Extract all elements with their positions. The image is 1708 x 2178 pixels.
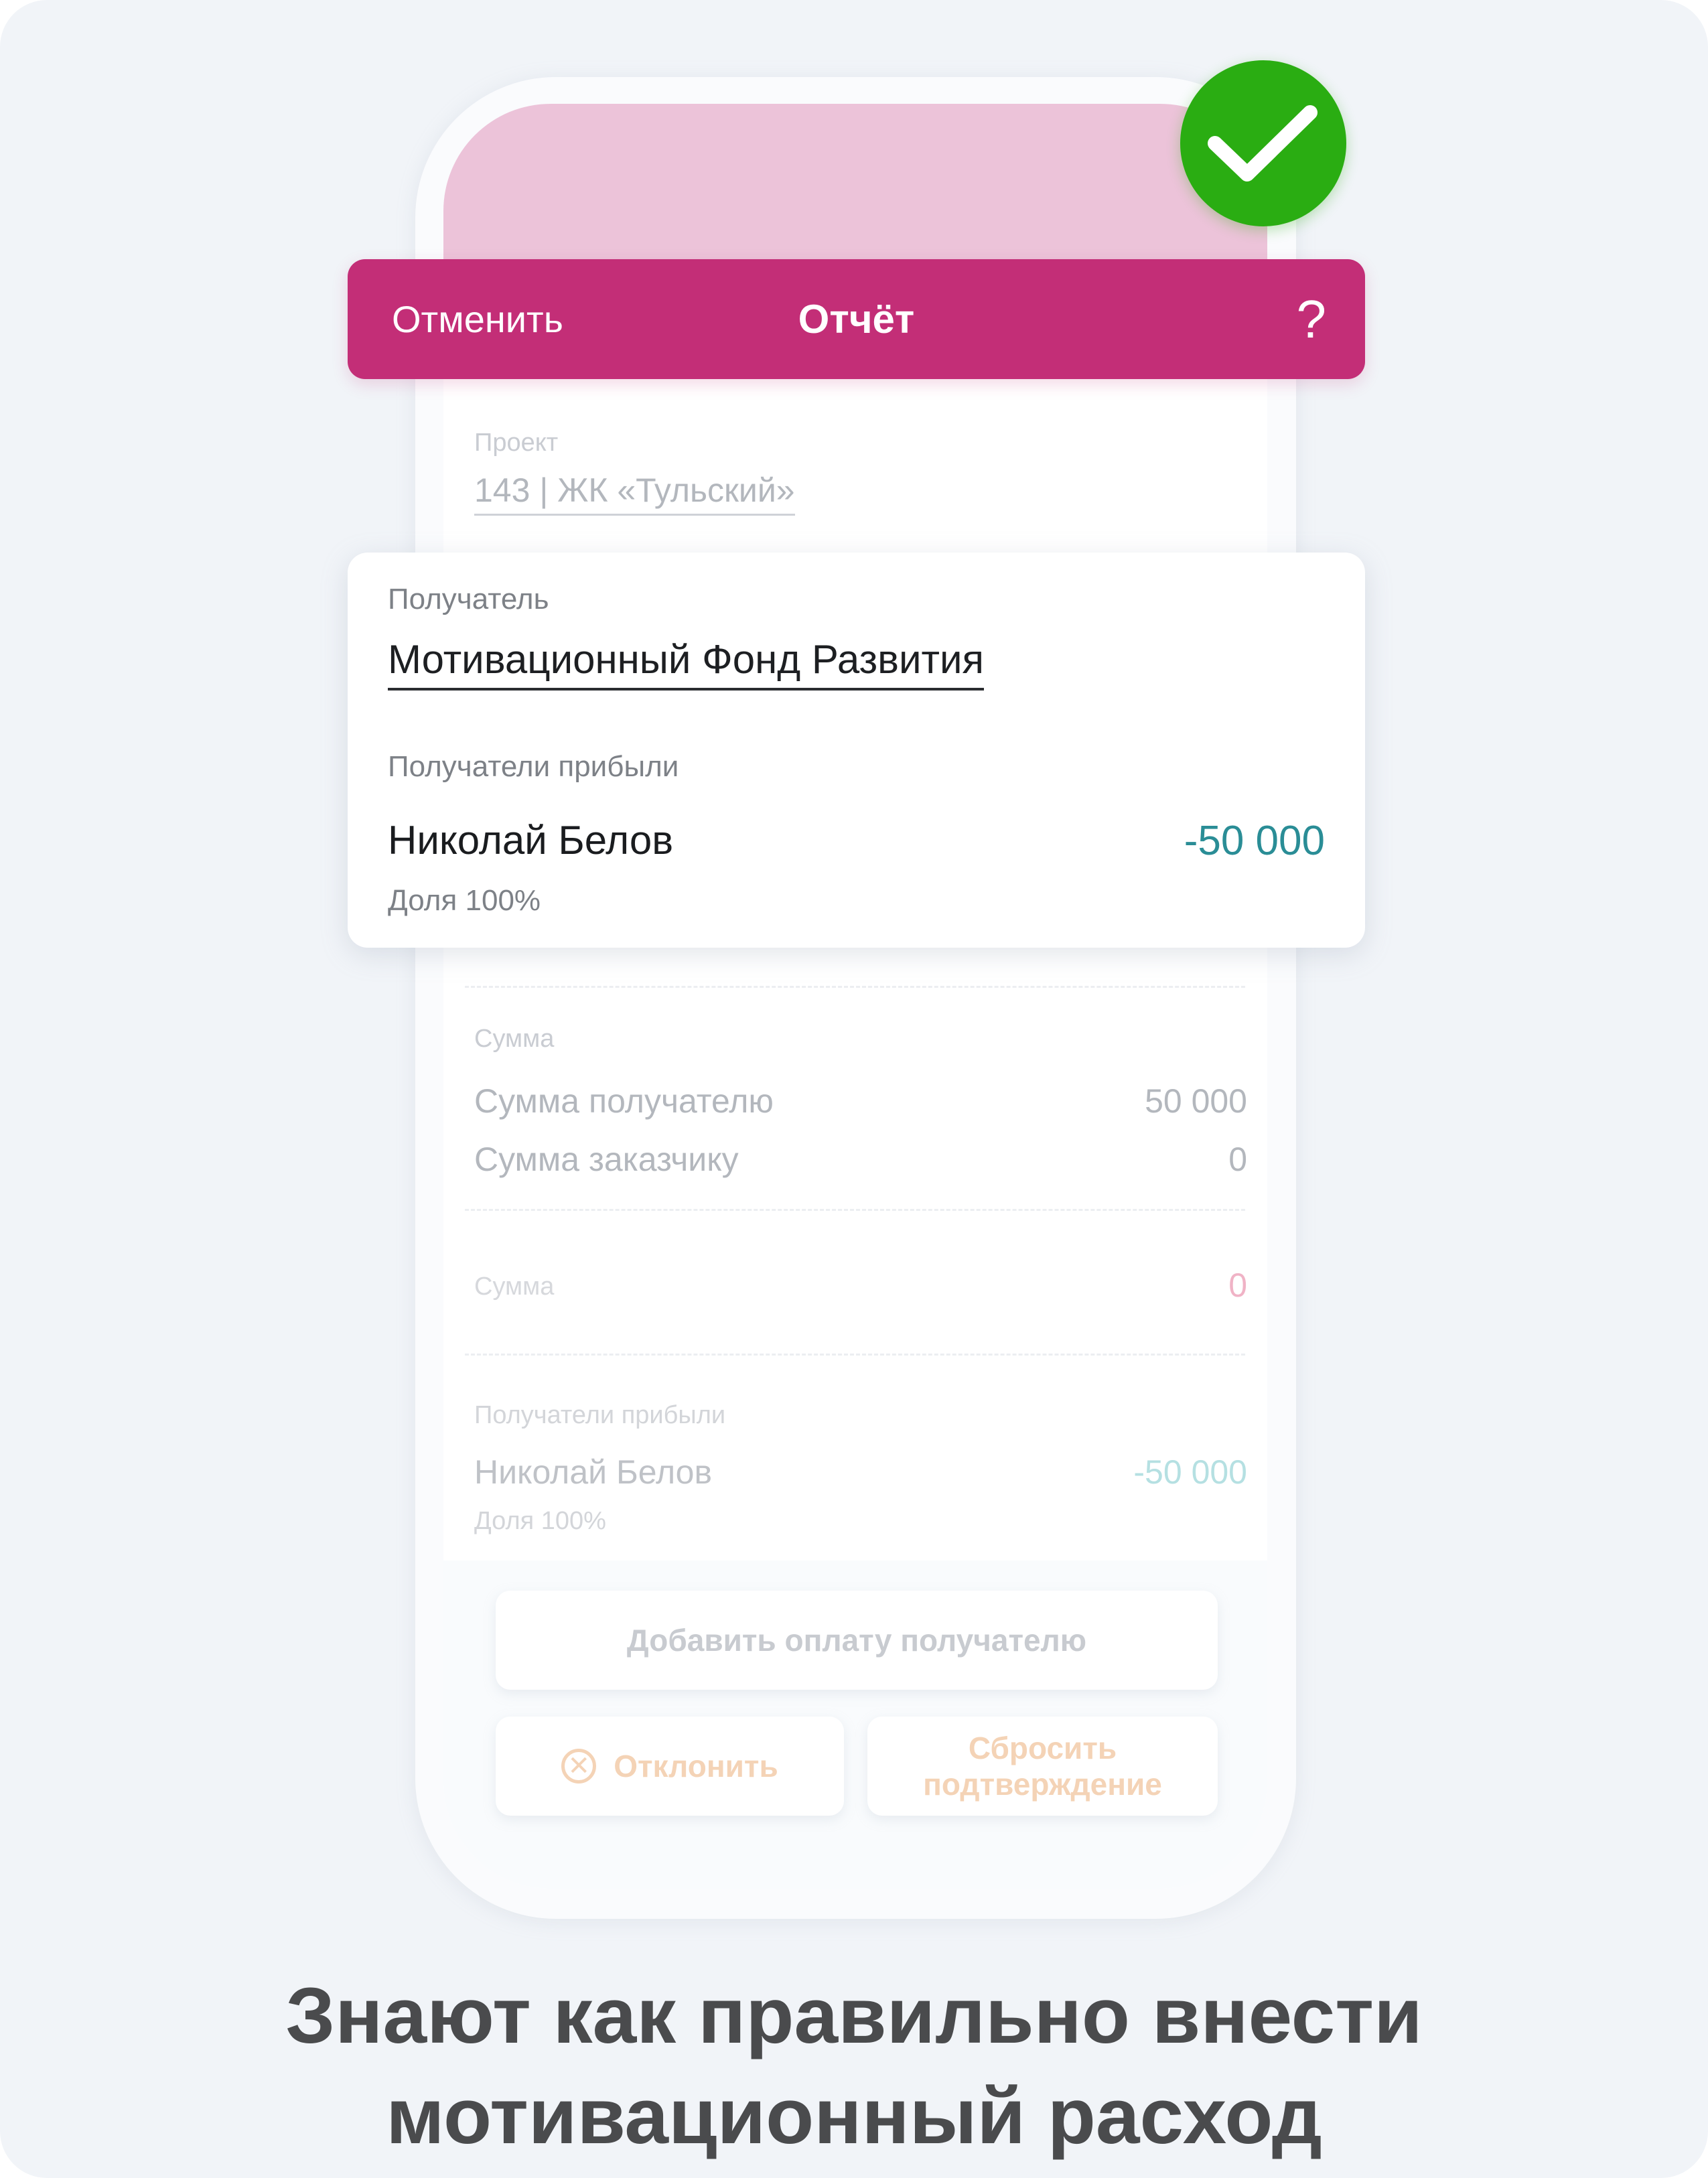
- reset-label-line2: подтверждение: [923, 1767, 1162, 1802]
- recipient-label: Получатель: [388, 583, 549, 615]
- reject-button[interactable]: ✕ Отклонить: [496, 1717, 844, 1816]
- add-payment-label: Добавить оплату получателю: [626, 1623, 1087, 1658]
- beneficiaries-label: Получатели прибыли: [474, 1401, 726, 1429]
- project-label: Проект: [474, 429, 559, 457]
- recipient-card: Получатель Мотивационный Фонд Развития П…: [348, 553, 1365, 948]
- check-icon: [1208, 105, 1318, 182]
- reject-label: Отклонить: [614, 1749, 778, 1784]
- sum-recipient-label: Сумма получателю: [474, 1082, 774, 1120]
- divider: [465, 986, 1245, 988]
- beneficiary-amount: -50 000: [1184, 818, 1325, 864]
- sum-recipient-value: 50 000: [1145, 1082, 1247, 1120]
- total-label: Сумма: [474, 1273, 555, 1301]
- reset-label-line1: Сбросить: [968, 1731, 1117, 1765]
- beneficiary-share: Доля 100%: [474, 1507, 606, 1535]
- beneficiaries-label: Получатели прибыли: [388, 750, 679, 783]
- beneficiary-share: Доля 100%: [388, 884, 541, 917]
- total-value: 0: [1228, 1266, 1247, 1304]
- beneficiary-amount: -50 000: [1133, 1453, 1247, 1491]
- project-field[interactable]: 143 | ЖК «Тульский»: [474, 471, 795, 516]
- cancel-button[interactable]: Отменить: [392, 259, 563, 379]
- add-payment-button[interactable]: Добавить оплату получателю: [496, 1591, 1218, 1690]
- caption-line-1: Знают как правильно внести: [285, 1972, 1423, 2060]
- promo-canvas: Проект 143 | ЖК «Тульский» Сумма Сумма п…: [0, 0, 1708, 2178]
- recipient-field[interactable]: Мотивационный Фонд Развития: [388, 636, 985, 691]
- success-badge: [1180, 60, 1346, 226]
- beneficiary-name: Николай Белов: [474, 1453, 713, 1491]
- top-bar: Отчёт Отменить ?: [348, 259, 1365, 379]
- sum-customer-value: 0: [1228, 1141, 1247, 1178]
- reset-confirmation-button[interactable]: Сбросить подтверждение: [867, 1717, 1218, 1816]
- caption-line-2: мотивационный расход: [386, 2072, 1322, 2161]
- divider: [465, 1209, 1245, 1211]
- sum-customer-label: Сумма заказчику: [474, 1141, 739, 1178]
- sum-section-label: Сумма: [474, 1025, 555, 1053]
- close-circle-icon: ✕: [561, 1749, 597, 1784]
- beneficiary-name[interactable]: Николай Белов: [388, 817, 673, 863]
- divider: [465, 1354, 1245, 1356]
- help-button[interactable]: ?: [1297, 259, 1327, 379]
- promo-caption: Знают как правильно внести мотивационный…: [0, 1966, 1708, 2167]
